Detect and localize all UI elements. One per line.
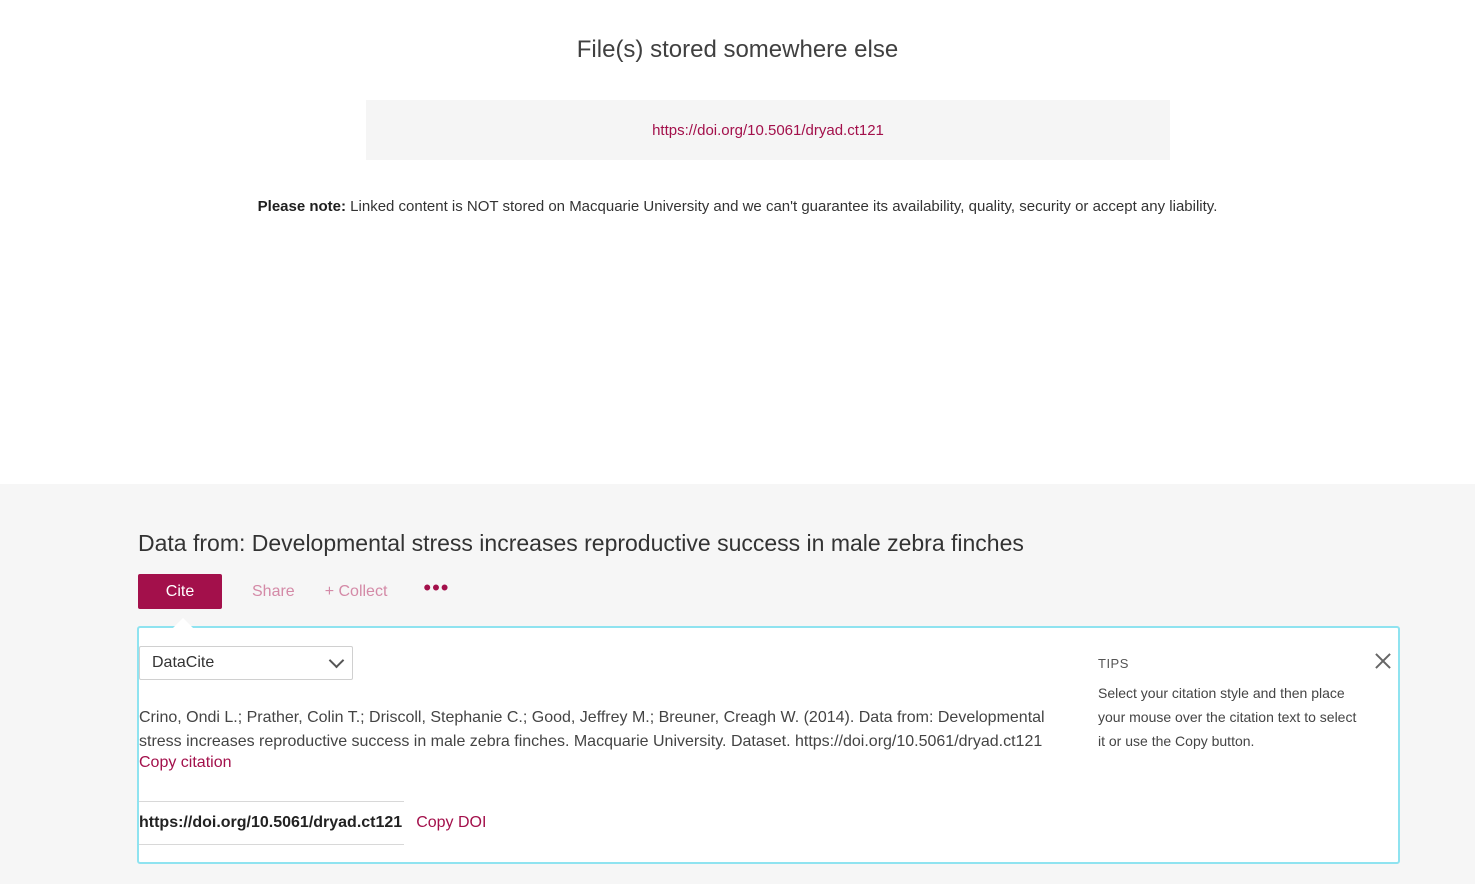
citation-style-value: DataCite — [152, 654, 215, 671]
files-section: File(s) stored somewhere else https://do… — [0, 0, 1475, 484]
tips-box: TIPS Select your citation style and then… — [1098, 656, 1358, 753]
cite-panel-pointer — [173, 618, 193, 628]
copy-doi-link[interactable]: Copy DOI — [416, 814, 486, 832]
collect-button[interactable]: + Collect — [325, 583, 388, 601]
copy-citation-link[interactable]: Copy citation — [139, 754, 232, 772]
doi-row: https://doi.org/10.5061/dryad.ct121 Copy… — [139, 801, 486, 845]
liability-note: Please note: Linked content is NOT store… — [0, 198, 1475, 215]
external-link-box: https://doi.org/10.5061/dryad.ct121 — [366, 100, 1170, 160]
more-options-icon[interactable]: ••• — [423, 576, 449, 598]
files-heading: File(s) stored somewhere else — [576, 36, 899, 63]
doi-value: https://doi.org/10.5061/dryad.ct121 — [139, 801, 405, 845]
dataset-footer: Data from: Developmental stress increase… — [0, 484, 1475, 884]
cite-button[interactable]: Cite — [138, 574, 222, 609]
tips-title: TIPS — [1098, 656, 1129, 671]
dataset-actions: Cite Share + Collect ••• — [138, 574, 450, 609]
citation-style-select[interactable]: DataCite — [139, 646, 353, 680]
note-text: Linked content is NOT stored on Macquari… — [346, 198, 1218, 215]
cite-panel: DataCite Crino, Ondi L.; Prather, Colin … — [137, 618, 1400, 864]
external-doi-link[interactable]: https://doi.org/10.5061/dryad.ct121 — [652, 122, 884, 139]
chevron-down-icon — [328, 652, 345, 668]
citation-text[interactable]: Crino, Ondi L.; Prather, Colin T.; Drisc… — [139, 706, 1069, 754]
dataset-title: Data from: Developmental stress increase… — [138, 530, 1024, 556]
note-label: Please note: — [257, 198, 347, 215]
tips-text: Select your citation style and then plac… — [1098, 685, 1357, 749]
close-icon[interactable] — [1374, 652, 1392, 670]
share-button[interactable]: Share — [252, 583, 295, 601]
